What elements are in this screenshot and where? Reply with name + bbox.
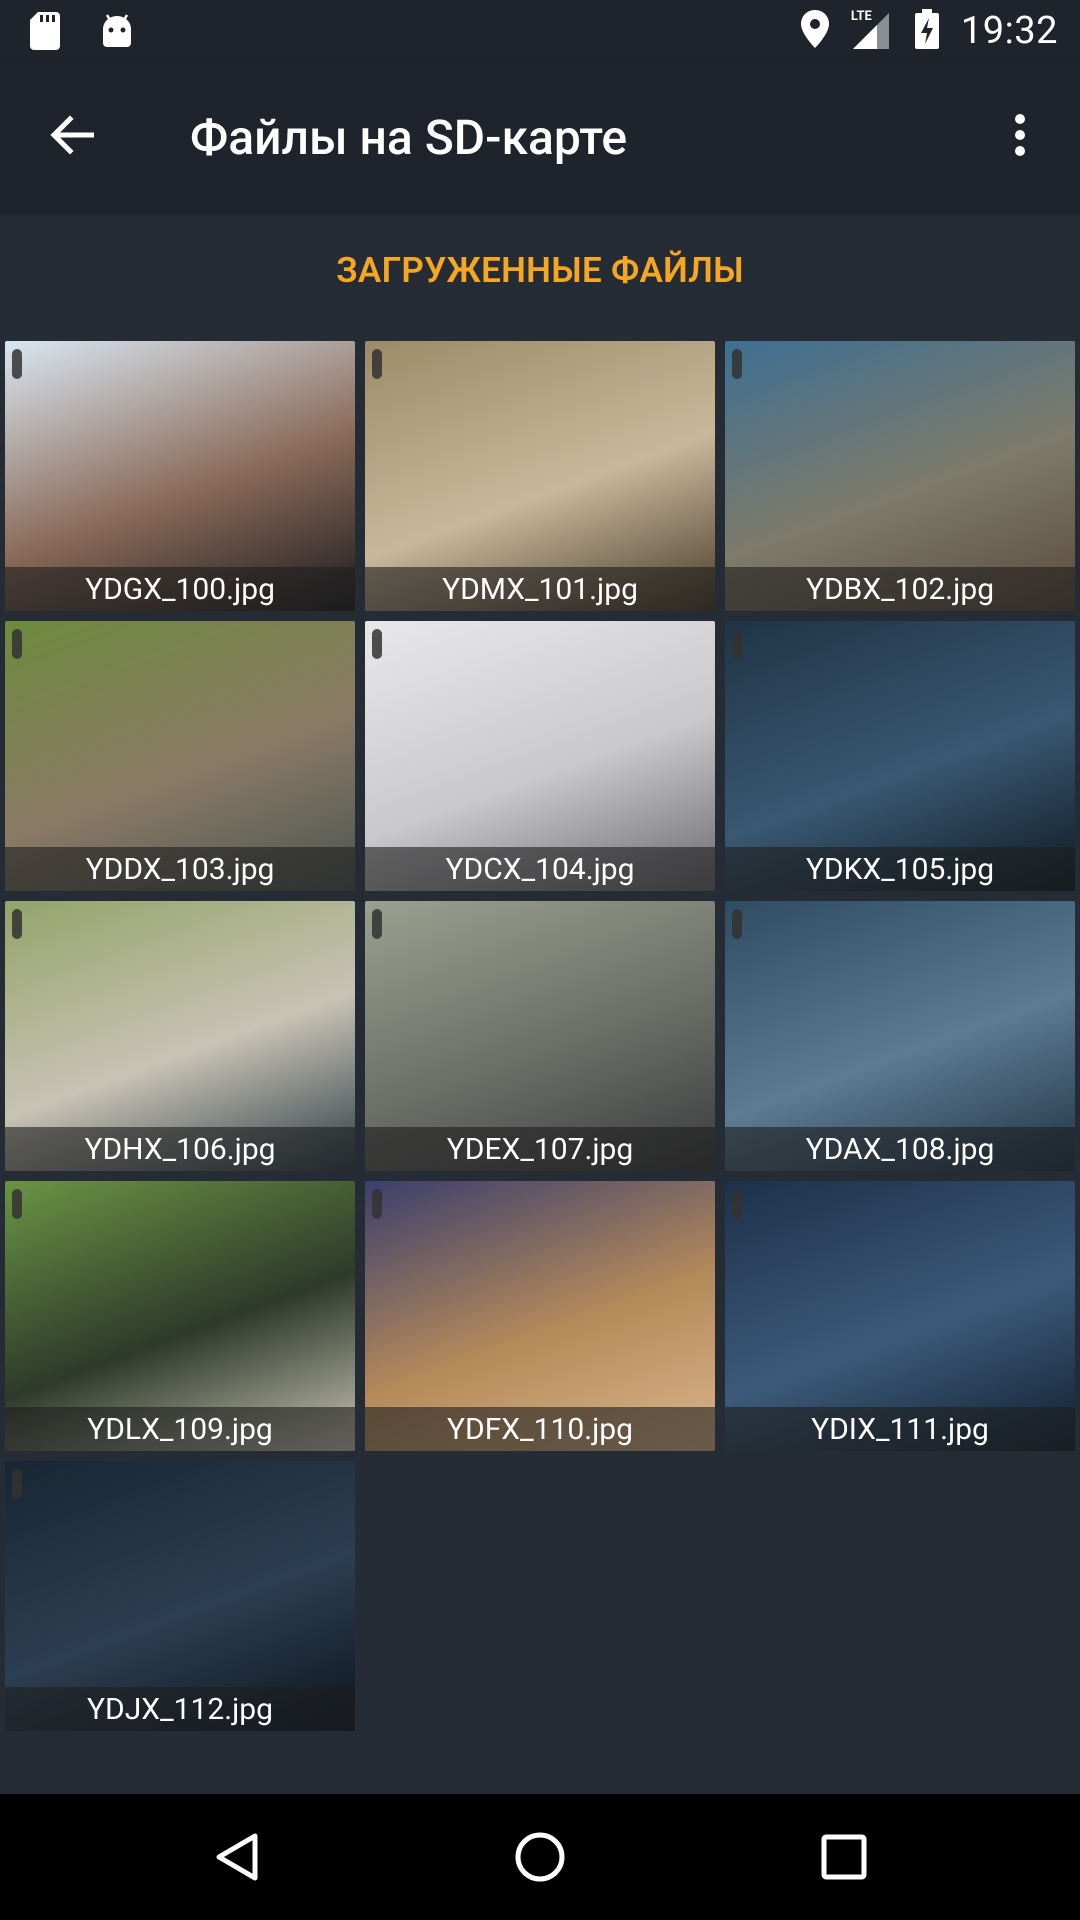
network-type-label: LTE xyxy=(850,9,872,24)
file-name-label: YDAX_108.jpg xyxy=(725,1127,1075,1171)
sd-card-icon xyxy=(30,12,60,54)
status-bar: LTE 19:32 xyxy=(0,0,1080,63)
selection-indicator xyxy=(12,1469,22,1499)
selection-indicator xyxy=(12,629,22,659)
file-name-label: YDBX_102.jpg xyxy=(725,567,1075,611)
file-name-label: YDIX_111.jpg xyxy=(725,1407,1075,1451)
selection-indicator xyxy=(732,1189,742,1219)
file-tile[interactable]: YDDX_103.jpg xyxy=(5,621,355,891)
nav-home-circle-icon xyxy=(514,1831,566,1887)
file-name-label: YDMX_101.jpg xyxy=(365,567,715,611)
selection-indicator xyxy=(12,349,22,379)
nav-home-button[interactable] xyxy=(505,1824,575,1894)
file-tile[interactable]: YDKX_105.jpg xyxy=(725,621,1075,891)
nav-recents-square-icon xyxy=(821,1834,867,1884)
file-grid: YDGX_100.jpg YDMX_101.jpg YDBX_102.jpg YDDX… xyxy=(5,341,1075,1731)
file-name-label: YDFX_110.jpg xyxy=(365,1407,715,1451)
selection-indicator xyxy=(372,1189,382,1219)
file-name-label: YDCX_104.jpg xyxy=(365,847,715,891)
more-vert-icon xyxy=(1014,113,1026,161)
selection-indicator xyxy=(732,909,742,939)
file-tile[interactable]: YDGX_100.jpg xyxy=(5,341,355,611)
file-tile[interactable]: YDLX_109.jpg xyxy=(5,1181,355,1451)
file-name-label: YDLX_109.jpg xyxy=(5,1407,355,1451)
arrow-back-icon xyxy=(50,115,95,159)
selection-indicator xyxy=(732,349,742,379)
file-tile[interactable]: YDFX_110.jpg xyxy=(365,1181,715,1451)
file-name-label: YDEX_107.jpg xyxy=(365,1127,715,1171)
file-tile[interactable]: YDEX_107.jpg xyxy=(365,901,715,1171)
selection-indicator xyxy=(12,909,22,939)
file-tile[interactable]: YDHX_106.jpg xyxy=(5,901,355,1171)
file-tile[interactable]: YDJX_112.jpg xyxy=(5,1461,355,1731)
app-bar: Файлы на SD-карте xyxy=(0,63,1080,210)
selection-indicator xyxy=(12,1189,22,1219)
battery-charging-icon xyxy=(914,9,939,53)
file-tile[interactable]: YDAX_108.jpg xyxy=(725,901,1075,1171)
file-name-label: YDJX_112.jpg xyxy=(5,1687,355,1731)
navigation-bar xyxy=(0,1794,1080,1920)
nav-recents-button[interactable] xyxy=(809,1824,879,1894)
overflow-menu-button[interactable] xyxy=(988,105,1052,169)
file-name-label: YDGX_100.jpg xyxy=(5,567,355,611)
file-name-label: YDDX_103.jpg xyxy=(5,847,355,891)
selection-indicator xyxy=(372,349,382,379)
location-icon xyxy=(800,10,829,52)
signal-icon: LTE xyxy=(850,9,893,51)
file-tile[interactable]: YDMX_101.jpg xyxy=(365,341,715,611)
nav-back-button[interactable] xyxy=(202,1824,272,1894)
selection-indicator xyxy=(372,629,382,659)
nav-back-triangle-icon xyxy=(215,1832,259,1886)
file-tile[interactable]: YDBX_102.jpg xyxy=(725,341,1075,611)
section-header: ЗАГРУЖЕННЫЕ ФАЙЛЫ xyxy=(336,250,744,291)
file-name-label: YDKX_105.jpg xyxy=(725,847,1075,891)
file-tile[interactable]: YDIX_111.jpg xyxy=(725,1181,1075,1451)
status-clock: 19:32 xyxy=(960,9,1058,53)
file-name-label: YDHX_106.jpg xyxy=(5,1127,355,1171)
page-title: Файлы на SD-карте xyxy=(190,109,628,166)
selection-indicator xyxy=(732,629,742,659)
selection-indicator xyxy=(372,909,382,939)
android-icon xyxy=(100,13,134,53)
back-button[interactable] xyxy=(40,105,104,169)
file-tile[interactable]: YDCX_104.jpg xyxy=(365,621,715,891)
